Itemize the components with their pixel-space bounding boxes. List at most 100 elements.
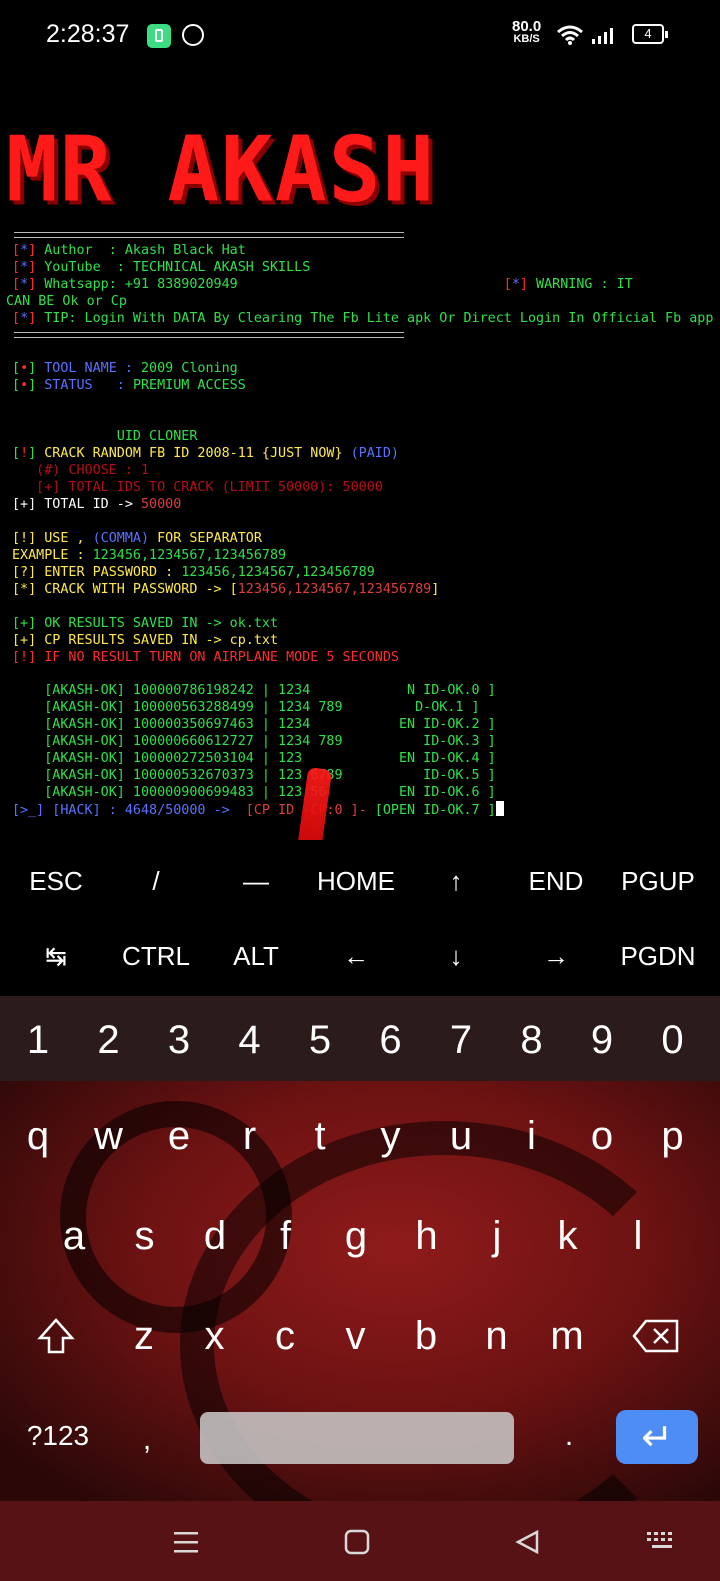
extra-key[interactable]: ESC [6,856,106,906]
key-c[interactable]: c [250,1296,320,1376]
key-y[interactable]: y [356,1096,426,1176]
key-h[interactable]: h [392,1196,462,1276]
key-e[interactable]: e [144,1096,214,1176]
key-l[interactable]: l [603,1196,673,1276]
key-i[interactable]: i [497,1096,567,1176]
terminal-text: • [20,378,29,393]
key-v[interactable]: v [321,1296,391,1376]
divider [14,332,404,338]
soft-keyboard: 1234567890 qwertyuiop asdfghjkl zxcvbnm … [0,996,720,1501]
battery-icon: 4 [632,24,668,44]
space-bar[interactable] [200,1412,514,1464]
terminal-text: 50000 [141,497,182,512]
backspace-icon[interactable] [632,1318,680,1354]
wifi-icon [557,25,583,45]
terminal-line: [•] STATUS : PREMIUM ACCESS [12,377,246,394]
extra-key[interactable]: PGDN [608,931,708,981]
key-3[interactable]: 3 [144,1000,214,1080]
key-n[interactable]: n [462,1296,532,1376]
extra-key[interactable]: ↹ [6,931,106,981]
extra-key[interactable]: END [506,856,606,906]
key-q[interactable]: q [3,1096,73,1176]
key-g[interactable]: g [321,1196,391,1276]
terminal-text: [ [12,378,21,393]
key-a[interactable]: a [39,1196,109,1276]
extra-key[interactable]: / [106,856,206,906]
terminal-text: ] [431,582,440,597]
key-9[interactable]: 9 [567,1000,637,1080]
terminal-text: TOOL NAME : [36,361,141,376]
terminal-text: [AKASH-OK] 100000786198242 | 1234 N ID-O… [12,683,496,698]
key-5[interactable]: 5 [285,1000,355,1080]
key-o[interactable]: o [567,1096,637,1176]
extra-key[interactable]: ALT [206,931,306,981]
terminal-text: [>_] [HACK] : 4648/50000 -> [12,803,246,818]
extra-key[interactable]: ↓ [406,931,506,981]
terminal-text: [ [12,260,21,275]
key-2[interactable]: 2 [74,1000,144,1080]
shift-icon[interactable] [36,1316,76,1356]
signal-icon [592,28,613,44]
comma-key[interactable]: , [112,1400,182,1480]
terminal-line: [>_] [HACK] : 4648/50000 -> [CP ID -CP:0… [12,801,504,819]
key-j[interactable]: j [462,1196,532,1276]
key-u[interactable]: u [426,1096,496,1176]
terminal-line: [AKASH-OK] 100000660612727 | 1234 789 ID… [12,733,495,750]
terminal-text: FOR SEPARATOR [149,531,262,546]
terminal-line: [!] IF NO RESULT TURN ON AIRPLANE MODE 5… [12,649,399,666]
key-m[interactable]: m [532,1296,602,1376]
key-r[interactable]: r [215,1096,285,1176]
back-icon[interactable] [514,1529,540,1555]
terminal-text: 123456,1234567,123456789 [181,565,375,580]
terminal-text: ] [28,446,37,461]
terminal-text: EXAMPLE : [12,548,93,563]
key-8[interactable]: 8 [497,1000,567,1080]
terminal-text: * [20,311,29,326]
key-f[interactable]: f [251,1196,321,1276]
terminal-text: • [20,361,29,376]
key-x[interactable]: x [180,1296,250,1376]
key-0[interactable]: 0 [638,1000,708,1080]
extra-key[interactable]: PGUP [608,856,708,906]
terminal-line: [*] CRACK WITH PASSWORD -> [123456,12345… [12,581,439,598]
terminal-text: [ [12,277,21,292]
terminal-line: [!] CRACK RANDOM FB ID 2008-11 {JUST NOW… [12,445,399,462]
key-w[interactable]: w [74,1096,144,1176]
key-4[interactable]: 4 [215,1000,285,1080]
terminal-line: [AKASH-OK] 100000532670373 | 123 6789 ID… [12,767,496,784]
key-k[interactable]: k [533,1196,603,1276]
terminal-text: [AKASH-OK] 100000272503104 | 123 EN ID-O… [12,751,496,766]
home-icon[interactable] [344,1529,370,1555]
key-b[interactable]: b [391,1296,461,1376]
key-s[interactable]: s [110,1196,180,1276]
key-7[interactable]: 7 [426,1000,496,1080]
key-1[interactable]: 1 [3,1000,73,1080]
period-key[interactable]: . [534,1396,604,1476]
enter-key[interactable] [616,1410,698,1464]
key-p[interactable]: p [638,1096,708,1176]
extra-key[interactable]: → [506,931,606,981]
keyboard-toggle-icon[interactable] [646,1531,678,1553]
extra-key[interactable]: ← [306,931,406,981]
key-6[interactable]: 6 [356,1000,426,1080]
terminal-line: [AKASH-OK] 100000900699483 | 123 56 EN I… [12,784,495,801]
key-t[interactable]: t [285,1096,355,1176]
extra-key[interactable]: — [206,856,306,906]
terminal-line: [+] TOTAL IDS TO CRACK (LIMIT 50000): 50… [12,479,383,496]
symbols-key[interactable]: ?123 [16,1396,100,1476]
terminal-text: ] [28,361,37,376]
terminal-text: 123456,1234567,123456789 [92,548,287,563]
key-z[interactable]: z [109,1296,179,1376]
extra-key[interactable]: HOME [306,856,406,906]
terminal-text: [AKASH-OK] 100000350697463 | 1234 EN ID-… [12,717,496,732]
divider [14,232,404,238]
terminal-text: [AKASH-OK] 100000532670373 | 123 6789 ID… [12,768,496,783]
terminal-line: [*] TIP: Login With DATA By Clearing The… [12,310,713,327]
key-d[interactable]: d [180,1196,250,1276]
terminal-text: [ [12,243,21,258]
terminal-output[interactable]: MR AKASH [*] Author : Akash Black Hat [*]… [0,90,720,890]
extra-key[interactable]: ↑ [406,856,506,906]
terminal-text: [ [503,277,512,292]
extra-key[interactable]: CTRL [106,931,206,981]
recents-icon[interactable] [172,1529,200,1555]
